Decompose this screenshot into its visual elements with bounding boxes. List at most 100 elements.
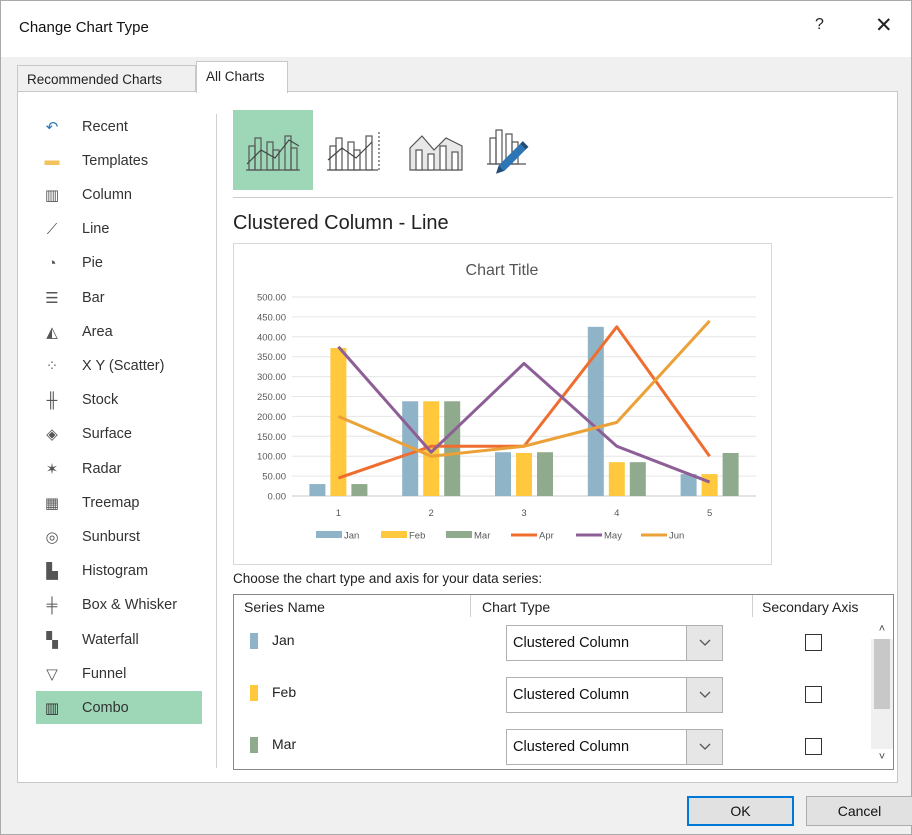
combo-chart-icon: ▥ bbox=[44, 699, 60, 717]
chart-preview: Chart Title 500.00 450.00 400.00 350.00 300.0… bbox=[233, 243, 772, 565]
y-tick-label: 500.00 bbox=[257, 293, 286, 304]
custom-combination-icon bbox=[487, 129, 529, 174]
bar-mar bbox=[537, 452, 553, 496]
series-color-swatch bbox=[250, 685, 258, 701]
pie-chart-icon: ◔ bbox=[47, 254, 57, 272]
secondary-axis-checkbox[interactable] bbox=[805, 634, 822, 651]
help-button[interactable]: ? bbox=[815, 16, 824, 34]
sidebar-item-surface[interactable]: ◈ Surface bbox=[36, 418, 202, 451]
sidebar-item-waterfall[interactable]: ▚ Waterfall bbox=[36, 623, 202, 656]
stock-chart-icon: ╫ bbox=[46, 391, 58, 409]
line-chart-icon: ⟋ bbox=[46, 220, 58, 238]
sidebar-item-line[interactable]: ⟋ Line bbox=[36, 213, 202, 246]
sidebar-item-box-whisker[interactable]: ╪ Box & Whisker bbox=[36, 589, 202, 622]
subtype-stacked-area-clustered-column[interactable] bbox=[396, 110, 476, 190]
funnel-chart-icon: ▽ bbox=[46, 665, 58, 683]
sidebar-item-funnel[interactable]: ▽ Funnel bbox=[36, 657, 202, 690]
scroll-down-arrow[interactable]: ˅ bbox=[871, 747, 893, 767]
sidebar-item-label: Radar bbox=[82, 460, 122, 477]
sidebar-item-label: Bar bbox=[82, 289, 105, 306]
title-bar: Change Chart Type ? ✕ bbox=[1, 1, 911, 57]
sidebar-item-histogram[interactable]: ▙ Histogram bbox=[36, 555, 202, 588]
secondary-axis-checkbox[interactable] bbox=[805, 738, 822, 755]
sidebar-item-label: Box & Whisker bbox=[82, 597, 178, 614]
chevron-down-icon[interactable] bbox=[686, 730, 722, 764]
sidebar-item-stock[interactable]: ╫ Stock bbox=[36, 384, 202, 417]
sidebar-item-pie[interactable]: ◔ Pie bbox=[36, 247, 202, 280]
sidebar-item-templates[interactable]: ▬ Templates bbox=[36, 144, 202, 177]
sidebar-item-recent[interactable]: ↶ Recent bbox=[36, 110, 202, 143]
sidebar-item-radar[interactable]: ✶ Radar bbox=[36, 452, 202, 485]
x-tick-label: 4 bbox=[614, 508, 619, 519]
y-tick-label: 0.00 bbox=[268, 492, 287, 503]
ok-button[interactable]: OK bbox=[687, 796, 794, 826]
recent-icon: ↶ bbox=[45, 118, 59, 136]
sidebar-item-combo[interactable]: ▥ Combo bbox=[36, 691, 202, 725]
y-tick-label: 300.00 bbox=[257, 372, 286, 383]
scroll-thumb[interactable] bbox=[874, 639, 890, 709]
clustered-column-line-secondary-axis-icon bbox=[327, 132, 380, 171]
scatter-chart-icon: ⁘ bbox=[45, 357, 59, 375]
sidebar-item-label: Combo bbox=[82, 699, 129, 716]
sidebar-item-label: Waterfall bbox=[82, 631, 139, 648]
sidebar-item-label: Templates bbox=[82, 152, 149, 169]
chart-type-select[interactable]: Clustered Column bbox=[506, 625, 723, 661]
waterfall-chart-icon: ▚ bbox=[46, 631, 58, 649]
chart-type-select[interactable]: Clustered Column bbox=[506, 677, 723, 713]
series-table: Series Name Chart Type Secondary Axis Ja… bbox=[233, 594, 894, 770]
header-separator bbox=[470, 595, 471, 617]
legend-label-jan: Jan bbox=[344, 531, 359, 542]
area-chart-icon: ◭ bbox=[46, 323, 58, 341]
subtype-custom-combination[interactable] bbox=[476, 110, 556, 190]
subtype-divider bbox=[233, 197, 893, 198]
chart-type-select[interactable]: Clustered Column bbox=[506, 729, 723, 765]
all-charts-panel: ↶ Recent ▬ Templates ▥ Column ⟋ Line ◔ Pie ☰ Bar ◭ Ar… bbox=[17, 91, 898, 783]
sidebar-item-sunburst[interactable]: ◎ Sunburst bbox=[36, 520, 202, 553]
sidebar-item-label: Sunburst bbox=[82, 528, 141, 545]
bar-mar bbox=[629, 462, 646, 496]
sidebar-item-label: Funnel bbox=[82, 665, 127, 682]
sidebar-item-column[interactable]: ▥ Column bbox=[36, 178, 202, 211]
tab-recommended-charts[interactable]: Recommended Charts bbox=[17, 65, 196, 92]
scroll-up-arrow[interactable]: ˄ bbox=[871, 619, 893, 639]
close-button[interactable]: ✕ bbox=[875, 13, 893, 38]
secondary-axis-checkbox[interactable] bbox=[805, 686, 822, 703]
cancel-button[interactable]: Cancel bbox=[806, 796, 912, 826]
sidebar-item-label: Pie bbox=[82, 255, 103, 272]
histogram-chart-icon: ▙ bbox=[46, 563, 58, 581]
treemap-chart-icon: ▦ bbox=[44, 494, 60, 512]
sunburst-chart-icon: ◎ bbox=[45, 528, 59, 546]
sidebar-item-treemap[interactable]: ▦ Treemap bbox=[36, 486, 202, 519]
sidebar-item-label: X Y (Scatter) bbox=[82, 357, 165, 374]
bar-feb bbox=[330, 347, 347, 496]
choose-series-label: Choose the chart type and axis for your … bbox=[233, 571, 543, 586]
bar-mar bbox=[351, 484, 368, 496]
bar-mar bbox=[722, 453, 739, 496]
folder-icon: ▬ bbox=[44, 152, 60, 170]
change-chart-type-dialog: Change Chart Type ? ✕ Recommended Charts… bbox=[0, 0, 912, 835]
sidebar-item-x-y-scatter[interactable]: ⁘ X Y (Scatter) bbox=[36, 349, 202, 382]
sidebar-item-label: Histogram bbox=[82, 563, 149, 580]
chevron-down-icon[interactable] bbox=[686, 626, 722, 660]
legend-label-may: May bbox=[604, 531, 622, 542]
bar-jan bbox=[309, 484, 326, 496]
series-name: Mar bbox=[272, 736, 297, 752]
tab-all-charts[interactable]: All Charts bbox=[196, 61, 288, 93]
subtype-clustered-column-line[interactable] bbox=[233, 110, 313, 190]
bar-feb bbox=[516, 453, 532, 496]
table-scrollbar[interactable] bbox=[871, 639, 893, 749]
bar-mar bbox=[444, 401, 461, 496]
combo-chart-svg: Chart Title500.00450.00400.00350.00300.0… bbox=[257, 262, 756, 542]
sidebar-item-label: Area bbox=[82, 323, 113, 340]
chevron-down-icon[interactable] bbox=[686, 678, 722, 712]
chart-type-value: Clustered Column bbox=[513, 739, 630, 755]
surface-chart-icon: ◈ bbox=[46, 426, 58, 444]
sidebar-item-area[interactable]: ◭ Area bbox=[36, 315, 202, 348]
legend-swatch-jan bbox=[316, 531, 342, 538]
box-whisker-chart-icon: ╪ bbox=[46, 596, 58, 614]
subtype-clustered-column-line-secondary[interactable] bbox=[314, 110, 394, 190]
x-tick-label: 5 bbox=[707, 508, 712, 519]
sidebar-item-label: Surface bbox=[82, 426, 132, 443]
sidebar-item-bar[interactable]: ☰ Bar bbox=[36, 281, 202, 314]
chart-title: Chart Title bbox=[466, 262, 539, 279]
